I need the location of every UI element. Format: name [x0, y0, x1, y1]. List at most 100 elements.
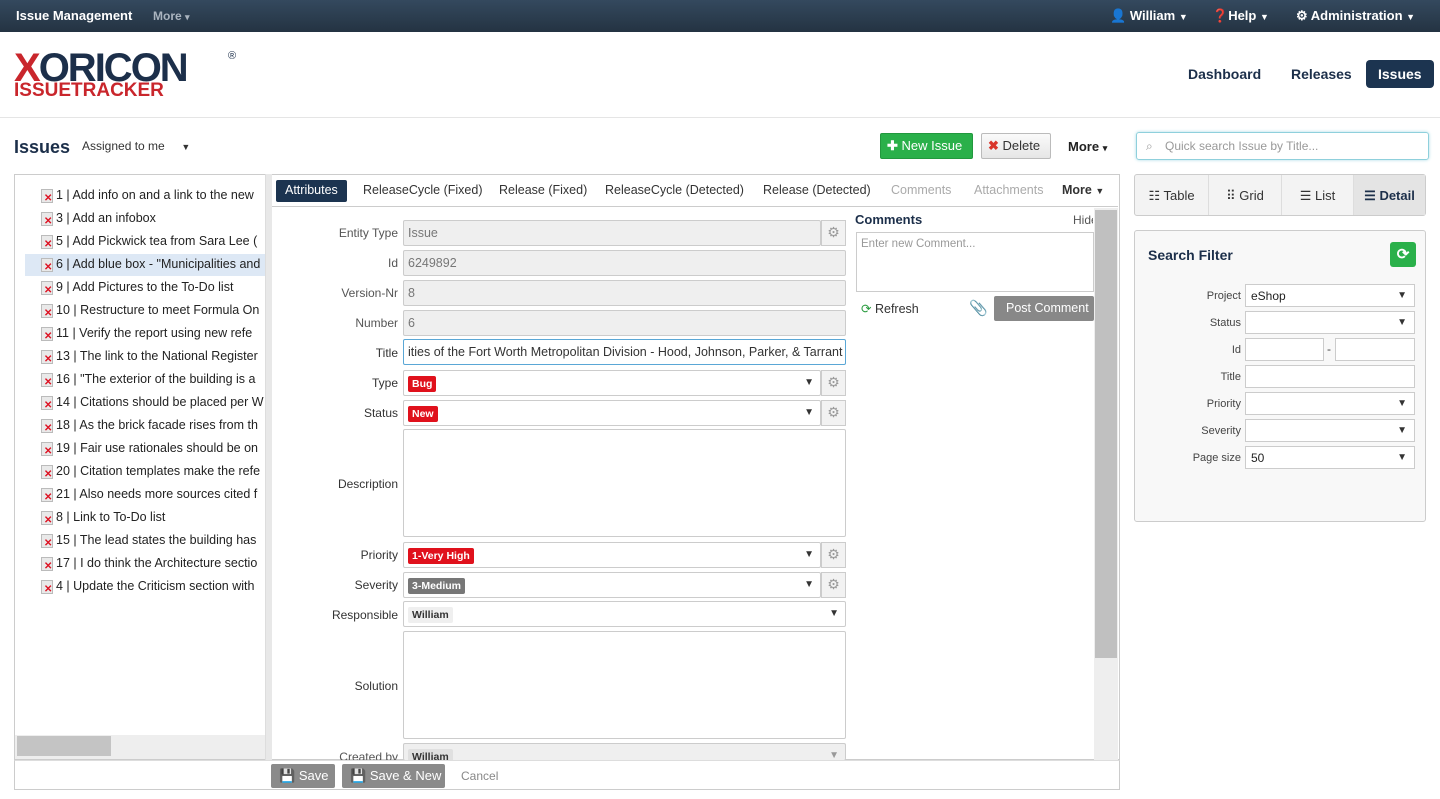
- issue-document-icon: [41, 327, 53, 342]
- caret-down-icon: ▼: [804, 549, 814, 560]
- tab-release-fixed[interactable]: Release (Fixed): [490, 180, 596, 202]
- filter-page-size-select[interactable]: 50 ▼: [1245, 446, 1415, 469]
- post-comment-button[interactable]: Post Comment: [994, 296, 1094, 321]
- issue-list-item[interactable]: 20 | Citation templates make the refe: [25, 461, 270, 483]
- tab-releasecycle-detected[interactable]: ReleaseCycle (Detected): [596, 180, 753, 202]
- tab-more[interactable]: More ▼: [1053, 180, 1113, 202]
- save-button[interactable]: 💾 Save: [271, 764, 335, 788]
- severity-select[interactable]: 3-Medium ▼: [403, 572, 821, 598]
- issue-list-item[interactable]: 17 | I do think the Architecture sectio: [25, 553, 270, 575]
- issue-list-item[interactable]: 3 | Add an infobox: [25, 208, 270, 230]
- user-menu[interactable]: 👤 William ▼: [1110, 8, 1188, 24]
- priority-settings-button[interactable]: ⚙: [821, 542, 846, 568]
- filter-priority-select[interactable]: ▼: [1245, 392, 1415, 415]
- filter-title-input[interactable]: [1245, 365, 1415, 388]
- issue-list-item[interactable]: 21 | Also needs more sources cited f: [25, 484, 270, 506]
- filter-id-label: Id: [1231, 344, 1241, 356]
- scrollbar-thumb[interactable]: [17, 736, 111, 756]
- issue-list-item[interactable]: 6 | Add blue box - "Municipalities and: [25, 254, 270, 276]
- solution-textarea[interactable]: [403, 631, 846, 739]
- responsible-select[interactable]: William ▼: [403, 601, 846, 627]
- more-actions-menu[interactable]: More ▾: [1068, 139, 1107, 154]
- issue-list-item[interactable]: 10 | Restructure to meet Formula On: [25, 300, 270, 322]
- severity-settings-button[interactable]: ⚙: [821, 572, 846, 598]
- issue-list-item[interactable]: 1 | Add info on and a link to the new: [25, 185, 270, 207]
- issue-document-icon: [41, 258, 53, 273]
- description-textarea[interactable]: [403, 429, 846, 537]
- status-settings-button[interactable]: ⚙: [821, 400, 846, 426]
- tab-attachments[interactable]: Attachments: [965, 180, 1052, 202]
- view-select[interactable]: Assigned to me ▼: [82, 139, 190, 153]
- refresh-icon: ⟳: [1396, 246, 1410, 263]
- issue-list-item[interactable]: 15 | The lead states the building has: [25, 530, 270, 552]
- filter-id-from-input[interactable]: [1245, 338, 1324, 361]
- gear-icon: ⚙: [827, 576, 840, 592]
- panel-splitter[interactable]: [265, 174, 272, 760]
- vertical-scrollbar[interactable]: [1094, 208, 1118, 760]
- top-navbar: Issue Management More ▾ 👤 William ▼ ❓Hel…: [0, 0, 1440, 32]
- filter-project-select[interactable]: eShop ▼: [1245, 284, 1415, 307]
- issue-list-item-label: 11 | Verify the report using new refe: [56, 326, 253, 340]
- help-menu[interactable]: ❓Help ▼: [1212, 8, 1269, 24]
- nav-dashboard[interactable]: Dashboard: [1176, 60, 1273, 88]
- filter-severity-select[interactable]: ▼: [1245, 419, 1415, 442]
- type-settings-button[interactable]: ⚙: [821, 370, 846, 396]
- refresh-comments-button[interactable]: ⟳ Refresh: [861, 301, 919, 316]
- issue-list-item[interactable]: 19 | Fair use rationales should be on: [25, 438, 270, 460]
- cancel-link[interactable]: Cancel: [461, 769, 498, 783]
- entity-type-settings-button[interactable]: ⚙: [821, 220, 846, 246]
- gear-icon: ⚙: [827, 546, 840, 562]
- issue-list-item-label: 19 | Fair use rationales should be on: [56, 441, 258, 455]
- view-list-button[interactable]: ☰ List: [1282, 175, 1354, 215]
- new-issue-button[interactable]: ✚ New Issue: [880, 133, 973, 159]
- issue-list-item-label: 9 | Add Pictures to the To-Do list: [56, 280, 234, 294]
- nav-releases[interactable]: Releases: [1279, 60, 1364, 88]
- status-select[interactable]: New ▼: [403, 400, 821, 426]
- issue-document-icon: [41, 580, 53, 595]
- view-grid-label: Grid: [1239, 188, 1264, 203]
- filter-id-to-input[interactable]: [1335, 338, 1415, 361]
- issue-list-item[interactable]: 11 | Verify the report using new refe: [25, 323, 270, 345]
- filter-status-select[interactable]: ▼: [1245, 311, 1415, 334]
- view-table-button[interactable]: ☷ Table: [1135, 175, 1209, 215]
- issue-list-item[interactable]: 4 | Update the Criticism section with: [25, 576, 270, 598]
- save-and-new-button[interactable]: 💾 Save & New: [342, 764, 445, 788]
- severity-label: Severity: [354, 578, 398, 592]
- plus-icon: ✚: [887, 138, 898, 153]
- gear-icon: ⚙: [827, 224, 840, 240]
- view-detail-button[interactable]: ☰ Detail: [1354, 175, 1425, 215]
- quick-search-input[interactable]: ⌕ Quick search Issue by Title...: [1136, 132, 1429, 160]
- issue-list-item[interactable]: 14 | Citations should be placed per W: [25, 392, 270, 414]
- nav-issues[interactable]: Issues: [1366, 60, 1434, 88]
- issue-list-item[interactable]: 8 | Link to To-Do list: [25, 507, 270, 529]
- hide-comments-link[interactable]: Hide: [1073, 213, 1093, 227]
- tab-comments[interactable]: Comments: [882, 180, 960, 202]
- tab-release-detected[interactable]: Release (Detected): [754, 180, 880, 202]
- administration-menu[interactable]: ⚙ Administration ▼: [1296, 8, 1415, 24]
- quick-search-placeholder: Quick search Issue by Title...: [1165, 139, 1319, 153]
- title-input[interactable]: ities of the Fort Worth Metropolitan Div…: [403, 339, 846, 365]
- issue-list-item[interactable]: 13 | The link to the National Register: [25, 346, 270, 368]
- refresh-filter-button[interactable]: ⟳: [1390, 242, 1416, 267]
- status-label: Status: [363, 406, 398, 420]
- brand-link[interactable]: Issue Management: [16, 8, 132, 23]
- issue-list-item[interactable]: 18 | As the brick facade rises from th: [25, 415, 270, 437]
- id-field: 6249892: [403, 250, 846, 276]
- issue-list-item[interactable]: 16 | "The exterior of the building is a: [25, 369, 270, 391]
- xoricon-logo[interactable]: XORICON ISSUETRACKER ®: [14, 48, 244, 104]
- horizontal-scrollbar[interactable]: [15, 735, 271, 759]
- view-grid-button[interactable]: ⠿ Grid: [1209, 175, 1282, 215]
- delete-button[interactable]: ✖ Delete: [981, 133, 1051, 159]
- priority-select[interactable]: 1-Very High ▼: [403, 542, 821, 568]
- tab-attributes[interactable]: Attributes: [276, 180, 347, 202]
- type-select[interactable]: Bug ▼: [403, 370, 821, 396]
- issue-list-item-label: 3 | Add an infobox: [56, 211, 156, 225]
- search-filter-panel: Search Filter ⟳ Project eShop ▼ Status ▼ …: [1134, 230, 1426, 522]
- new-comment-textarea[interactable]: Enter new Comment...: [856, 232, 1094, 292]
- more-menu[interactable]: More ▾: [153, 9, 190, 23]
- scrollbar-thumb[interactable]: [1095, 210, 1117, 658]
- paperclip-icon[interactable]: 📎: [969, 299, 988, 317]
- tab-releasecycle-fixed[interactable]: ReleaseCycle (Fixed): [354, 180, 491, 202]
- issue-list-item[interactable]: 5 | Add Pickwick tea from Sara Lee (: [25, 231, 270, 253]
- issue-list-item[interactable]: 9 | Add Pictures to the To-Do list: [25, 277, 270, 299]
